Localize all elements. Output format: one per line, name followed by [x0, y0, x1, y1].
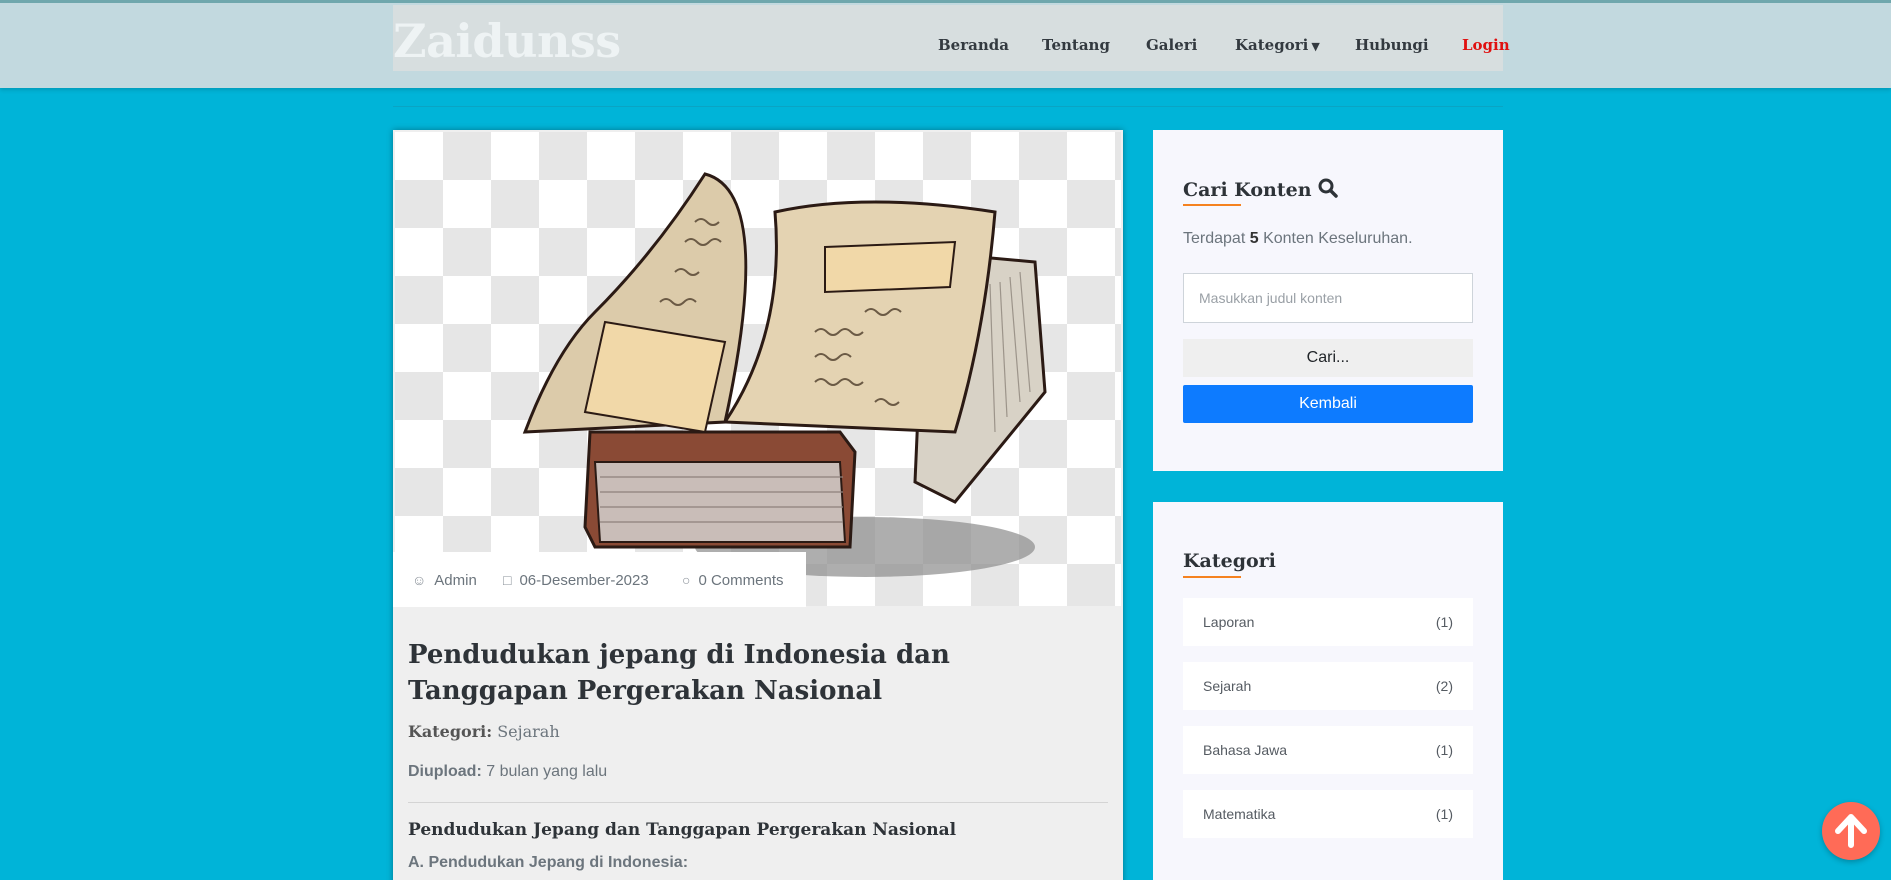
meta-date-text: 06-Desember-2023: [519, 572, 649, 589]
category-item-sejarah[interactable]: Sejarah (2): [1183, 662, 1473, 710]
category-item-laporan[interactable]: Laporan (1): [1183, 598, 1473, 646]
search-icon: [1318, 178, 1338, 203]
count-prefix: Terdapat: [1183, 230, 1246, 247]
meta-author: ☺ Admin: [412, 572, 477, 589]
back-button[interactable]: Kembali: [1183, 385, 1473, 423]
nav-beranda[interactable]: Beranda: [938, 36, 1009, 54]
title-accent-underline: [1183, 576, 1241, 578]
nav-galeri[interactable]: Galeri: [1146, 36, 1197, 54]
category-label: Kategori:: [408, 722, 493, 741]
search-title-text: Cari Konten: [1183, 179, 1312, 201]
count-value: 5: [1249, 230, 1259, 247]
uploaded-label: Diupload:: [408, 763, 482, 780]
category-name: Laporan: [1203, 614, 1255, 630]
comment-icon: ○: [682, 572, 691, 588]
uploaded-value: 7 bulan yang lalu: [486, 763, 608, 780]
article-category: Kategori: Sejarah: [408, 722, 560, 741]
category-name: Bahasa Jawa: [1203, 742, 1288, 758]
category-name: Sejarah: [1203, 678, 1252, 694]
search-submit-button[interactable]: Cari...: [1183, 339, 1473, 377]
category-count: (1): [1435, 806, 1453, 822]
article-hero-image: [395, 132, 1121, 606]
article-title: Pendudukan jepang di Indonesia dan Tangg…: [408, 640, 950, 706]
meta-comments-text: 0 Comments: [698, 572, 784, 589]
scroll-to-top-button[interactable]: [1822, 802, 1880, 860]
meta-comments[interactable]: ○ 0 Comments: [682, 572, 784, 589]
open-book-illustration: [522, 172, 1047, 577]
header-divider: [393, 106, 1503, 107]
article-section-heading: Pendudukan Jepang dan Tanggapan Pergerak…: [408, 820, 957, 840]
nav-login[interactable]: Login: [1462, 36, 1510, 54]
article-section-subheading: A. Pendudukan Jepang di Indonesia:: [408, 854, 689, 871]
category-item-matematika[interactable]: Matematika (1): [1183, 790, 1473, 838]
meta-author-text: Admin: [434, 572, 477, 589]
category-name: Matematika: [1203, 806, 1276, 822]
arrow-up-icon: [1835, 814, 1867, 848]
category-item-bahasa-jawa[interactable]: Bahasa Jawa (1): [1183, 726, 1473, 774]
search-widget: Cari Konten Terdapat 5 Konten Keseluruha…: [1153, 130, 1503, 471]
nav-hubungi[interactable]: Hubungi: [1355, 36, 1429, 54]
category-value[interactable]: Sejarah: [497, 722, 559, 741]
search-input[interactable]: [1183, 273, 1473, 323]
category-count: (1): [1435, 614, 1453, 630]
caret-down-icon: ▼: [1311, 40, 1320, 53]
user-icon: ☺: [412, 572, 427, 588]
content-count: Terdapat 5 Konten Keseluruhan.: [1183, 230, 1413, 248]
article-uploaded: Diupload: 7 bulan yang lalu: [408, 763, 607, 781]
search-widget-title: Cari Konten: [1183, 178, 1338, 203]
category-widget-title: Kategori: [1183, 550, 1276, 572]
category-widget: Kategori Laporan (1) Sejarah (2) Bahasa Ja…: [1153, 502, 1503, 880]
nav-tentang[interactable]: Tentang: [1042, 36, 1110, 54]
category-count: (2): [1435, 678, 1453, 694]
calendar-icon: □: [503, 572, 512, 588]
meta-date: □ 06-Desember-2023: [503, 572, 649, 589]
title-accent-underline: [1183, 204, 1241, 206]
nav-kategori[interactable]: Kategori ▼: [1235, 36, 1320, 54]
article-divider: [408, 802, 1108, 803]
count-suffix: Konten Keseluruhan.: [1263, 230, 1413, 247]
category-count: (1): [1435, 742, 1453, 758]
nav-kategori-label: Kategori: [1235, 36, 1309, 54]
brand-logo[interactable]: Zaidunss: [393, 14, 621, 68]
